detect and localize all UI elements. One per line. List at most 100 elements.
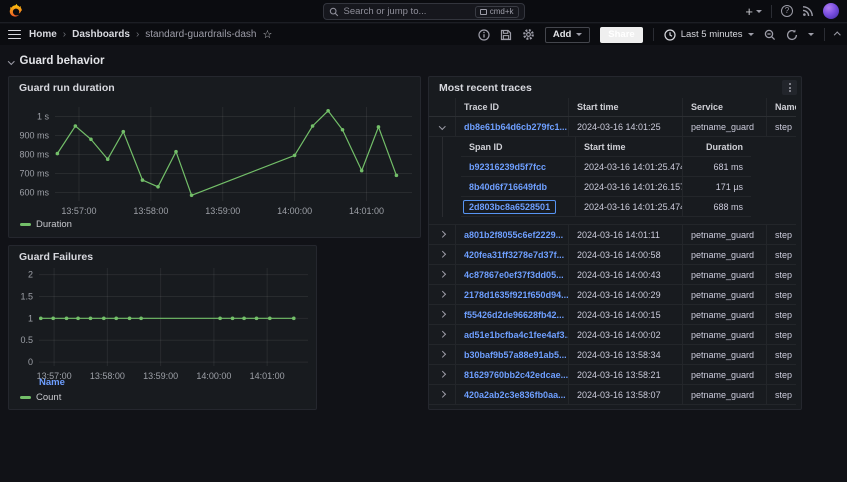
- trace-id-cell: 2178d1635f921f650d94...: [456, 285, 569, 304]
- span-id-link[interactable]: 8b40d6f716649fdb: [469, 182, 547, 192]
- failures-chart[interactable]: 00.511.5213:57:0013:58:0013:59:0014:00:0…: [9, 264, 316, 387]
- trace-expander-icon[interactable]: [429, 245, 456, 264]
- search-input[interactable]: Search or jump to... cmd+k: [323, 3, 525, 20]
- section-collapse-icon: [8, 58, 14, 64]
- refresh-icon[interactable]: [786, 29, 798, 41]
- mega-menu-icon[interactable]: [8, 30, 21, 40]
- span-row: 8b40d6f716649fdb2024-03-16 14:01:26.1571…: [461, 177, 751, 197]
- panel-guard-failures: Guard Failures 00.511.5213:57:0013:58:00…: [8, 245, 317, 410]
- news-rss-icon[interactable]: [802, 5, 814, 17]
- breadcrumb-home[interactable]: Home: [29, 29, 57, 40]
- trace-expander-icon[interactable]: [429, 345, 456, 364]
- trace-id-link[interactable]: ad51e1bcfba4c1fee4af3...: [464, 330, 569, 340]
- trace-id-cell: a801b2f8055c6ef2229...: [456, 225, 569, 244]
- collapse-toolbar-icon[interactable]: [834, 32, 840, 38]
- svg-text:14:00:00: 14:00:00: [277, 206, 312, 216]
- time-range-picker[interactable]: Last 5 minutes: [664, 29, 754, 41]
- panel-title[interactable]: Most recent traces: [439, 82, 532, 94]
- trace-id-link[interactable]: 81629760bb2c42edcae...: [464, 370, 568, 380]
- trace-id-link[interactable]: f55426d2de96628fb42...: [464, 310, 564, 320]
- trace-expander-icon[interactable]: [429, 385, 456, 404]
- column-header-start-time[interactable]: Start time: [569, 98, 683, 116]
- column-header-service[interactable]: Service: [683, 98, 767, 116]
- duration-chart[interactable]: 600 ms700 ms800 ms900 ms1 s13:57:0013:58…: [9, 99, 420, 224]
- span-column-header-span-id[interactable]: Span ID: [461, 137, 576, 156]
- time-range-label: Last 5 minutes: [681, 29, 743, 40]
- trace-id-link[interactable]: 420a2ab2c3e836fb0aa...: [464, 390, 566, 400]
- new-menu-button[interactable]: +: [745, 4, 762, 19]
- trace-id-cell: f55426d2de96628fb42...: [456, 305, 569, 324]
- trace-start-time: 2024-03-16 13:58:07: [569, 385, 683, 404]
- trace-expander-icon[interactable]: [429, 117, 456, 136]
- trace-row: b30baf9b57a88e91ab5...2024-03-16 13:58:3…: [429, 345, 796, 365]
- breadcrumb-separator: ›: [63, 29, 66, 40]
- svg-text:600 ms: 600 ms: [19, 187, 49, 197]
- column-header-name[interactable]: Name: [767, 98, 796, 116]
- panel-menu-icon[interactable]: [782, 80, 797, 95]
- zoom-out-time-icon[interactable]: [764, 29, 776, 41]
- panel-title[interactable]: Guard run duration: [19, 82, 115, 94]
- trace-id-link[interactable]: 2178d1635f921f650d94...: [464, 290, 569, 300]
- trace-id-cell: 4c87867e0ef37f3dd05...: [456, 265, 569, 284]
- span-id-link[interactable]: 2d803bc8a6528501: [463, 200, 556, 214]
- trace-start-time: 2024-03-16 14:00:15: [569, 305, 683, 324]
- trace-row: 420a2ab2c3e836fb0aa...2024-03-16 13:58:0…: [429, 385, 796, 405]
- chevron-down-icon: [756, 10, 762, 13]
- span-id-link[interactable]: b92316239d5f7fcc: [469, 162, 546, 172]
- add-button[interactable]: Add: [545, 27, 590, 43]
- trace-service: petname_guard: [683, 285, 767, 304]
- panel-title[interactable]: Guard Failures: [19, 251, 93, 263]
- grafana-logo-icon[interactable]: [8, 3, 24, 19]
- trace-id-link[interactable]: 420fea31ff3278e7d37f...: [464, 250, 564, 260]
- svg-text:1 s: 1 s: [37, 111, 50, 121]
- trace-row: 4c87867e0ef37f3dd05...2024-03-16 14:00:4…: [429, 265, 796, 285]
- svg-text:13:59:00: 13:59:00: [143, 371, 178, 381]
- svg-text:2: 2: [28, 270, 33, 280]
- help-icon[interactable]: ?: [781, 5, 793, 17]
- svg-text:13:58:00: 13:58:00: [133, 206, 168, 216]
- trace-expander-icon[interactable]: [429, 365, 456, 384]
- spans-header-row: Span IDStart timeDuration: [461, 137, 751, 157]
- breadcrumb: Home › Dashboards › standard-guardrails-…: [29, 28, 272, 41]
- dashboard-insights-icon[interactable]: [478, 29, 490, 41]
- legend-item-duration[interactable]: Duration: [20, 219, 72, 230]
- legend-group-name[interactable]: Name: [39, 377, 65, 388]
- column-header-trace-id[interactable]: Trace ID: [456, 98, 569, 116]
- section-guard-behavior[interactable]: Guard behavior: [9, 55, 105, 67]
- cmdk-shortcut-badge: cmd+k: [475, 6, 519, 18]
- breadcrumb-dashboards[interactable]: Dashboards: [72, 29, 130, 40]
- span-duration: 688 ms: [683, 197, 751, 216]
- chevron-down-icon: [576, 33, 582, 36]
- span-column-header-duration[interactable]: Duration: [683, 137, 751, 156]
- trace-expander-icon[interactable]: [429, 325, 456, 344]
- trace-expander-icon[interactable]: [429, 265, 456, 284]
- keyboard-key-icon: [480, 9, 487, 15]
- trace-name: step: [767, 245, 796, 264]
- trace-id-link[interactable]: db8e61b64d6cb279fc1...: [464, 122, 567, 132]
- share-button[interactable]: Share: [600, 27, 642, 43]
- breadcrumb-separator: ›: [136, 29, 139, 40]
- trace-id-link[interactable]: a801b2f8055c6ef2229...: [464, 230, 563, 240]
- trace-expander-icon[interactable]: [429, 285, 456, 304]
- dashboard-settings-icon[interactable]: [522, 28, 535, 41]
- refresh-interval-chevron-icon[interactable]: [808, 33, 814, 36]
- trace-id-link[interactable]: 4c87867e0ef37f3dd05...: [464, 270, 564, 280]
- user-avatar[interactable]: [823, 3, 839, 19]
- trace-spans-expanded: Span IDStart timeDuration b92316239d5f7fc…: [429, 137, 796, 225]
- traces-header-row: Trace IDStart timeServiceName: [429, 98, 796, 117]
- search-icon: [329, 7, 339, 17]
- legend-item-count[interactable]: Count: [20, 392, 61, 403]
- trace-expander-icon[interactable]: [429, 305, 456, 324]
- span-column-header-start-time[interactable]: Start time: [576, 137, 683, 156]
- trace-service: petname_guard: [683, 325, 767, 344]
- clock-icon: [664, 29, 676, 41]
- plus-icon: +: [745, 4, 753, 19]
- trace-service: petname_guard: [683, 225, 767, 244]
- header-expander-cell: [429, 98, 456, 116]
- trace-id-link[interactable]: b30baf9b57a88e91ab5...: [464, 350, 567, 360]
- save-dashboard-icon[interactable]: [500, 29, 512, 41]
- trace-id-cell: 81629760bb2c42edcae...: [456, 365, 569, 384]
- trace-expander-icon[interactable]: [429, 225, 456, 244]
- trace-name: step: [767, 345, 796, 364]
- favorite-star-icon[interactable]: ☆: [262, 28, 272, 41]
